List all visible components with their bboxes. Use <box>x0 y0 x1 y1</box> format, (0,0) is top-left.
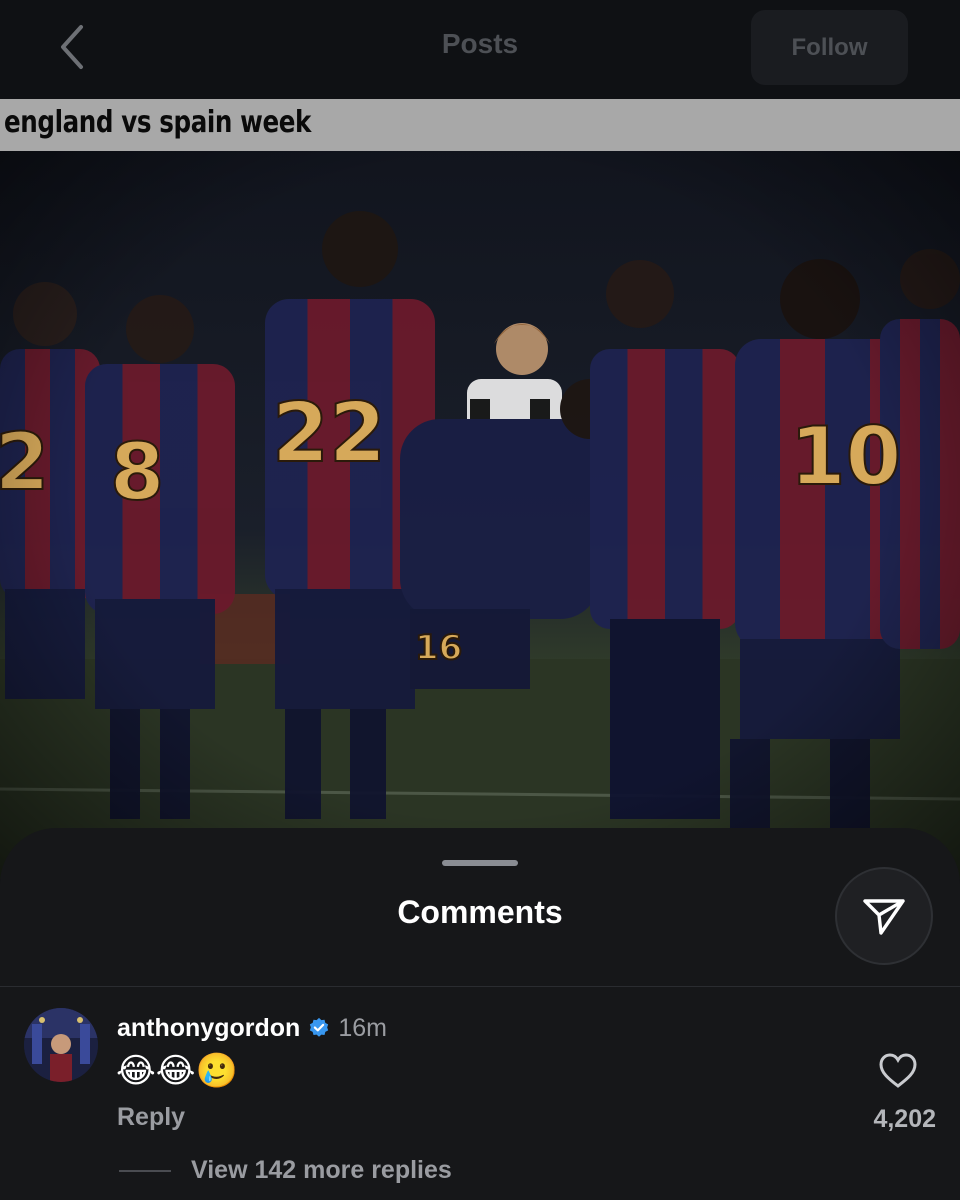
back-button[interactable] <box>50 22 94 72</box>
caption-banner: england vs spain week <box>0 99 960 151</box>
avatar-image <box>24 1008 98 1082</box>
avatar[interactable] <box>24 1008 98 1082</box>
drag-handle[interactable] <box>442 860 518 866</box>
comment-header: anthonygordon 16m <box>117 1012 387 1044</box>
comments-title: Comments <box>397 894 563 930</box>
comments-sheet: Comments anthonygordon 16m 😂😂🥲 Reply 4,2 <box>0 828 960 1200</box>
comment-username[interactable]: anthonygordon <box>117 1014 300 1043</box>
follow-button[interactable]: Follow <box>751 10 908 85</box>
divider <box>0 986 960 987</box>
verified-badge-icon <box>310 1017 329 1037</box>
like-count: 4,202 <box>873 1105 936 1133</box>
replies-connector-line <box>119 1170 171 1172</box>
chevron-left-icon <box>61 25 83 69</box>
share-button[interactable] <box>835 867 933 965</box>
post-caption: england vs spain week <box>4 105 311 140</box>
page-title: Posts <box>441 28 519 59</box>
view-replies-button[interactable]: View 142 more replies <box>191 1156 452 1185</box>
post-image[interactable]: 2 8 22 10 16 england vs spain week <box>0 99 960 879</box>
post-photo: 2 8 22 10 16 <box>0 99 960 879</box>
send-icon <box>863 899 905 935</box>
comment-timestamp: 16m <box>338 1013 387 1042</box>
reply-button[interactable]: Reply <box>117 1103 185 1132</box>
heart-outline-icon[interactable] <box>877 1050 919 1092</box>
top-bar: Posts Follow <box>0 0 960 99</box>
comment-text: 😂😂🥲 <box>116 1051 238 1091</box>
